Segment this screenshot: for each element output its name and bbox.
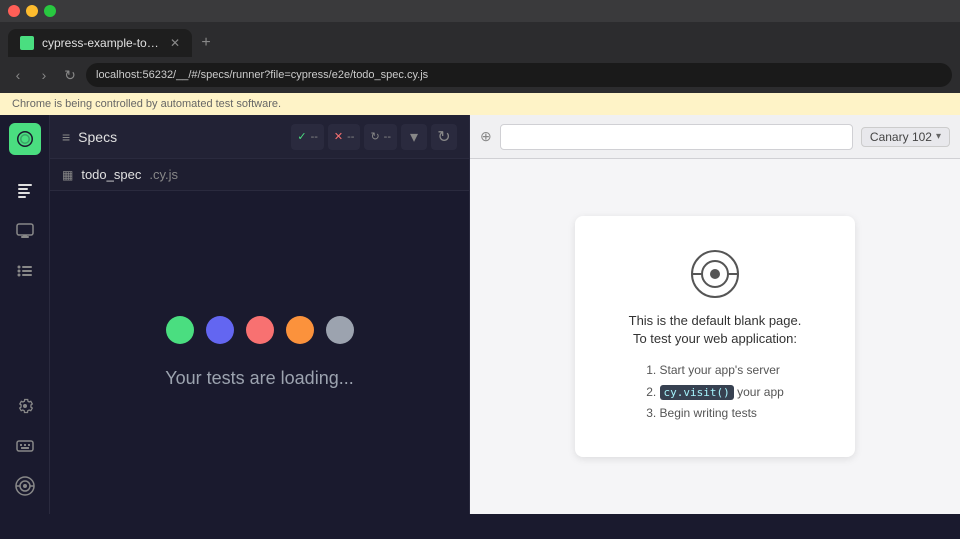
toolbar-group-fail: ✕ -- [328, 124, 361, 150]
preview-panel: ⊕ Canary 102 ▾ This is the defaul [470, 115, 960, 514]
spec-ext: .cy.js [149, 167, 178, 182]
sidebar-item-keyboard[interactable] [7, 428, 43, 464]
step-1: 1. Start your app's server [646, 360, 784, 382]
icon-sidebar [0, 115, 50, 514]
sidebar-item-runner[interactable] [7, 213, 43, 249]
reload-button[interactable]: ↻ [60, 65, 80, 85]
file-icon: ▦ [62, 168, 73, 182]
dot-gray [326, 316, 354, 344]
dropdown-button[interactable]: ▾ [401, 124, 427, 150]
back-button[interactable]: ‹ [8, 65, 28, 85]
dot-green [166, 316, 194, 344]
info-bar-text: Chrome is being controlled by automated … [12, 98, 281, 110]
cy-brand-icon [14, 475, 36, 497]
dot-red [246, 316, 274, 344]
tab-favicon [20, 36, 34, 50]
address-text: localhost:56232/__/#/specs/runner?file=c… [96, 69, 428, 81]
spec-filename: todo_spec [81, 167, 141, 182]
runner-icon [16, 222, 34, 240]
forward-button[interactable]: › [34, 65, 54, 85]
cy-visit-badge: cy.visit() [660, 385, 734, 400]
dot-blue [206, 316, 234, 344]
close-button[interactable] [8, 5, 20, 17]
loading-area: Your tests are loading... [50, 191, 469, 514]
browser-badge[interactable]: Canary 102 ▾ [861, 127, 950, 147]
settings-icon [16, 397, 34, 415]
blank-page-card: This is the default blank page. To test … [575, 216, 855, 457]
pass-count: -- [311, 131, 318, 143]
badge-dropdown-icon: ▾ [936, 131, 941, 142]
traffic-lights [8, 5, 56, 17]
preview-content: This is the default blank page. To test … [470, 159, 960, 514]
test-panel: ≡ Specs ✓ -- ✕ -- ↻ -- ▾ ↻ ▦ [50, 115, 470, 514]
sidebar-item-cy[interactable] [7, 468, 43, 504]
browser-chrome: cypress-example-todomc ✕ + ‹ › ↻ localho… [0, 0, 960, 115]
panel-header: ≡ Specs ✓ -- ✕ -- ↻ -- ▾ ↻ [50, 115, 469, 159]
title-bar [0, 0, 960, 22]
dot-orange [286, 316, 314, 344]
new-tab-button[interactable]: + [192, 29, 220, 57]
browser-badge-label: Canary 102 [870, 130, 932, 144]
minimize-button[interactable] [26, 5, 38, 17]
globe-icon: ⊕ [480, 128, 492, 145]
toolbar-group-pass: ✓ -- [291, 124, 324, 150]
spec-file-row[interactable]: ▦ todo_spec .cy.js [50, 159, 469, 191]
loading-text: Your tests are loading... [165, 368, 353, 389]
loading-dots [166, 316, 354, 344]
address-bar-row: ‹ › ↻ localhost:56232/__/#/specs/runner?… [0, 57, 960, 93]
pending-count: -- [384, 131, 391, 143]
fail-x-icon: ✕ [334, 130, 343, 143]
blank-page-steps: 1. Start your app's server 2. cy.visit()… [646, 360, 784, 425]
list-icon [16, 262, 34, 280]
keyboard-icon [16, 437, 34, 455]
sidebar-item-settings[interactable] [7, 388, 43, 424]
tab-title: cypress-example-todomc [42, 36, 162, 50]
step-3: 3. Begin writing tests [646, 403, 784, 425]
fail-count: -- [347, 131, 354, 143]
info-bar: Chrome is being controlled by automated … [0, 93, 960, 115]
specs-icon [16, 182, 34, 200]
preview-toolbar: ⊕ Canary 102 ▾ [470, 115, 960, 159]
toolbar-icons: ✓ -- ✕ -- ↻ -- ▾ ↻ [291, 124, 457, 150]
pass-check-icon: ✓ [297, 130, 306, 143]
cy-logo-large [689, 248, 741, 300]
panel-title: Specs [78, 129, 283, 145]
logo-icon [15, 129, 35, 149]
sidebar-item-list[interactable] [7, 253, 43, 289]
cypress-logo [9, 123, 41, 155]
tab-bar: cypress-example-todomc ✕ + [0, 22, 960, 57]
maximize-button[interactable] [44, 5, 56, 17]
specs-panel-icon: ≡ [62, 129, 70, 145]
blank-page-title: This is the default blank page. To test … [629, 312, 802, 348]
active-tab[interactable]: cypress-example-todomc ✕ [8, 29, 192, 57]
refresh-button[interactable]: ↻ [431, 124, 457, 150]
preview-url-bar[interactable] [500, 124, 853, 150]
toolbar-group-pending: ↻ -- [364, 124, 397, 150]
step-2: 2. cy.visit() your app [646, 382, 784, 404]
tab-close-icon[interactable]: ✕ [170, 36, 180, 50]
app-area: ≡ Specs ✓ -- ✕ -- ↻ -- ▾ ↻ ▦ [0, 115, 960, 514]
address-bar[interactable]: localhost:56232/__/#/specs/runner?file=c… [86, 63, 952, 87]
sidebar-item-specs[interactable] [7, 173, 43, 209]
spin-icon: ↻ [370, 130, 379, 143]
